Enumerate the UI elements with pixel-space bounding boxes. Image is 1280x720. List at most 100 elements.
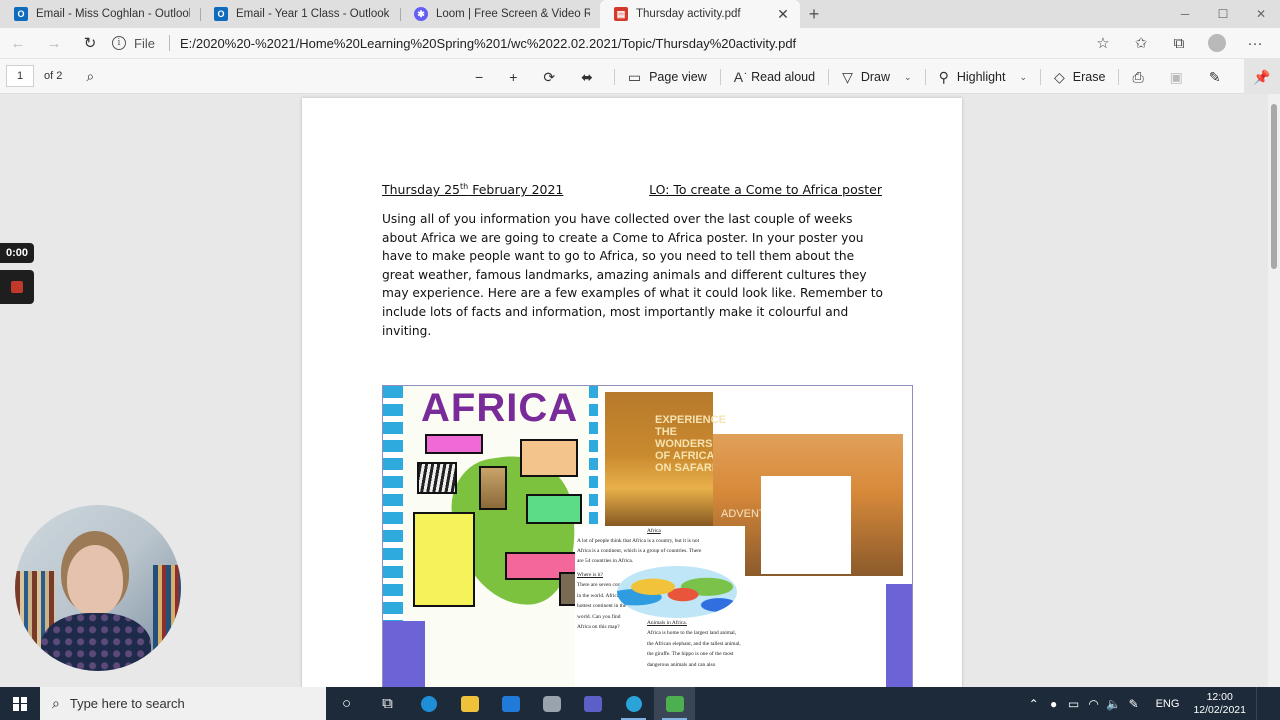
animals-text: Africa is home to the largest land anima… bbox=[647, 630, 741, 668]
pdf-page: Thursday 25th February 2021 LO: To creat… bbox=[302, 98, 962, 687]
camera-icon[interactable] bbox=[531, 687, 572, 720]
zoom-out-button[interactable]: − bbox=[466, 59, 500, 95]
erase-button[interactable]: ◇ Erase bbox=[1045, 59, 1114, 95]
maximize-icon[interactable]: ☐ bbox=[1204, 0, 1242, 28]
input-language[interactable]: ENG bbox=[1156, 698, 1180, 710]
save-icon: ▣ bbox=[1169, 68, 1183, 85]
wifi-icon[interactable]: ◠ bbox=[1084, 697, 1104, 711]
toolbar-divider bbox=[613, 69, 615, 85]
address-bar-actions: ☆ ✩ ⧉ ··· bbox=[1084, 28, 1274, 58]
tab-thursday-pdf[interactable]: ▤ Thursday activity.pdf ✕ bbox=[600, 0, 800, 28]
favorites-icon[interactable]: ✩ bbox=[1122, 34, 1160, 52]
print-button[interactable]: ⎙ bbox=[1123, 59, 1160, 95]
page-view-button[interactable]: ▭ Page view bbox=[619, 59, 716, 95]
tab-outlook-miss-coghlan[interactable]: O Email - Miss Coghlan - Outlook bbox=[0, 0, 200, 28]
toolbar-divider bbox=[924, 69, 926, 85]
save-as-button[interactable]: ✎ bbox=[1200, 59, 1238, 95]
file-explorer-icon[interactable] bbox=[449, 687, 490, 720]
toolbar-divider bbox=[828, 69, 830, 85]
fact-box bbox=[425, 434, 483, 454]
loom-icon: ✱ bbox=[414, 7, 428, 21]
url-divider bbox=[168, 35, 170, 51]
zoom-in-button[interactable]: + bbox=[500, 59, 534, 95]
forward-icon[interactable]: → bbox=[36, 28, 72, 58]
battery-icon[interactable]: ▭ bbox=[1064, 697, 1084, 711]
toolbar-divider bbox=[1040, 69, 1042, 85]
edge-icon[interactable] bbox=[408, 687, 449, 720]
task-view-icon[interactable]: ⧉ bbox=[367, 687, 408, 720]
back-icon[interactable]: ← bbox=[0, 28, 36, 58]
poster-border bbox=[383, 386, 403, 621]
tab-loom[interactable]: ✱ Loom | Free Screen & Video Rec bbox=[400, 0, 600, 28]
clock-date: 12/02/2021 bbox=[1193, 703, 1246, 716]
webcam-bubble[interactable] bbox=[15, 505, 181, 671]
draw-icon: ▽ bbox=[842, 68, 853, 85]
fact-box bbox=[526, 494, 582, 524]
pdf-tools: − + ⟳ ⬌ ▭ Page view A͘ Read aloud ▽ Draw ⌄ ⚲… bbox=[466, 59, 1238, 95]
read-aloud-button[interactable]: A͘ Read aloud bbox=[725, 59, 824, 95]
pdf-icon: ▤ bbox=[614, 7, 628, 21]
rotate-button[interactable]: ⟳ bbox=[534, 59, 572, 95]
info-icon[interactable]: i bbox=[112, 36, 126, 50]
fit-page-button[interactable]: ⬌ bbox=[572, 59, 610, 95]
save-button[interactable]: ▣ bbox=[1161, 59, 1200, 95]
address-bar: ← → ↻ i File E:/2020%20-%2021/Home%20Lea… bbox=[0, 28, 1280, 58]
add-favorite-icon[interactable]: ☆ bbox=[1084, 34, 1122, 52]
collections-icon[interactable]: ⧉ bbox=[1160, 35, 1198, 52]
minimize-icon[interactable]: ─ bbox=[1166, 0, 1204, 28]
bookshelf bbox=[153, 565, 181, 655]
url-field[interactable]: i File E:/2020%20-%2021/Home%20Learning%… bbox=[112, 28, 796, 58]
chevron-down-icon[interactable]: ⌄ bbox=[904, 72, 912, 83]
zebra-photo bbox=[417, 462, 457, 494]
url-text[interactable]: E:/2020%20-%2021/Home%20Learning%20Sprin… bbox=[180, 36, 796, 51]
info-line: are 54 countries in Africa. bbox=[577, 558, 634, 564]
page-number-input[interactable]: 1 bbox=[6, 65, 34, 87]
profile-avatar[interactable] bbox=[1208, 34, 1226, 52]
mail-icon[interactable] bbox=[490, 687, 531, 720]
clock[interactable]: 12:00 12/02/2021 bbox=[1193, 691, 1246, 717]
draw-label: Draw bbox=[860, 70, 891, 84]
notifications-icon[interactable] bbox=[1256, 687, 1280, 720]
safari-poster: EXPERIENCE THE WONDERS OF AFRICA ON SAFA… bbox=[605, 392, 726, 530]
africa-poster-1: AFRICA bbox=[383, 386, 598, 687]
edge-running-icon[interactable] bbox=[613, 687, 654, 720]
microphone-icon[interactable]: ● bbox=[1044, 697, 1064, 711]
new-tab-button[interactable]: + bbox=[800, 0, 828, 28]
show-hidden-icons-icon[interactable]: ⌃ bbox=[1024, 697, 1044, 711]
draw-button[interactable]: ▽ Draw ⌄ bbox=[833, 59, 921, 95]
rotate-icon: ⟳ bbox=[543, 68, 556, 85]
teams-icon[interactable] bbox=[572, 687, 613, 720]
pin-toolbar-icon[interactable]: 📌 bbox=[1244, 59, 1280, 95]
brochure-page bbox=[761, 476, 851, 574]
toolbar-divider bbox=[1118, 69, 1120, 85]
fact-box bbox=[413, 512, 475, 607]
refresh-icon[interactable]: ↻ bbox=[72, 28, 108, 58]
pen-icon[interactable]: ✎ bbox=[1124, 697, 1144, 711]
window-controls: ─ ☐ ✕ bbox=[1166, 0, 1280, 28]
chevron-down-icon[interactable]: ⌄ bbox=[1019, 72, 1027, 83]
highlight-button[interactable]: ⚲ Highlight ⌄ bbox=[930, 59, 1036, 95]
highlight-label: Highlight bbox=[956, 70, 1006, 84]
close-tab-icon[interactable]: ✕ bbox=[776, 6, 790, 23]
start-button[interactable] bbox=[0, 687, 40, 720]
poster-band bbox=[886, 584, 912, 687]
volume-icon[interactable]: 🔈 bbox=[1104, 697, 1124, 711]
more-options-icon[interactable]: ··· bbox=[1236, 35, 1274, 52]
scroll-thumb[interactable] bbox=[1271, 104, 1277, 269]
read-aloud-icon: A͘ bbox=[733, 69, 744, 85]
search-icon[interactable]: ⌕ bbox=[86, 68, 94, 85]
learning-objective: LO: To create a Come to Africa poster bbox=[649, 182, 882, 197]
close-window-icon[interactable]: ✕ bbox=[1242, 0, 1280, 28]
stop-recording-button[interactable] bbox=[0, 270, 34, 304]
instructions-text: Using all of you information you have co… bbox=[382, 212, 883, 338]
cortana-icon[interactable]: ○ bbox=[326, 687, 367, 720]
vertical-scrollbar[interactable] bbox=[1268, 94, 1280, 687]
tab-outlook-year1[interactable]: O Email - Year 1 Class - Outlook bbox=[200, 0, 400, 28]
recording-timer: 0:00 bbox=[0, 243, 34, 263]
loom-app-icon[interactable] bbox=[654, 687, 695, 720]
info-sheet-poster: Africa A lot of people think that Africa… bbox=[575, 526, 745, 687]
tab-strip: O Email - Miss Coghlan - Outlook O Email… bbox=[0, 0, 1280, 28]
toolbar-divider bbox=[719, 69, 721, 85]
taskbar-search[interactable]: ⌕ Type here to search bbox=[40, 687, 326, 720]
eraser-icon: ◇ bbox=[1054, 68, 1065, 85]
